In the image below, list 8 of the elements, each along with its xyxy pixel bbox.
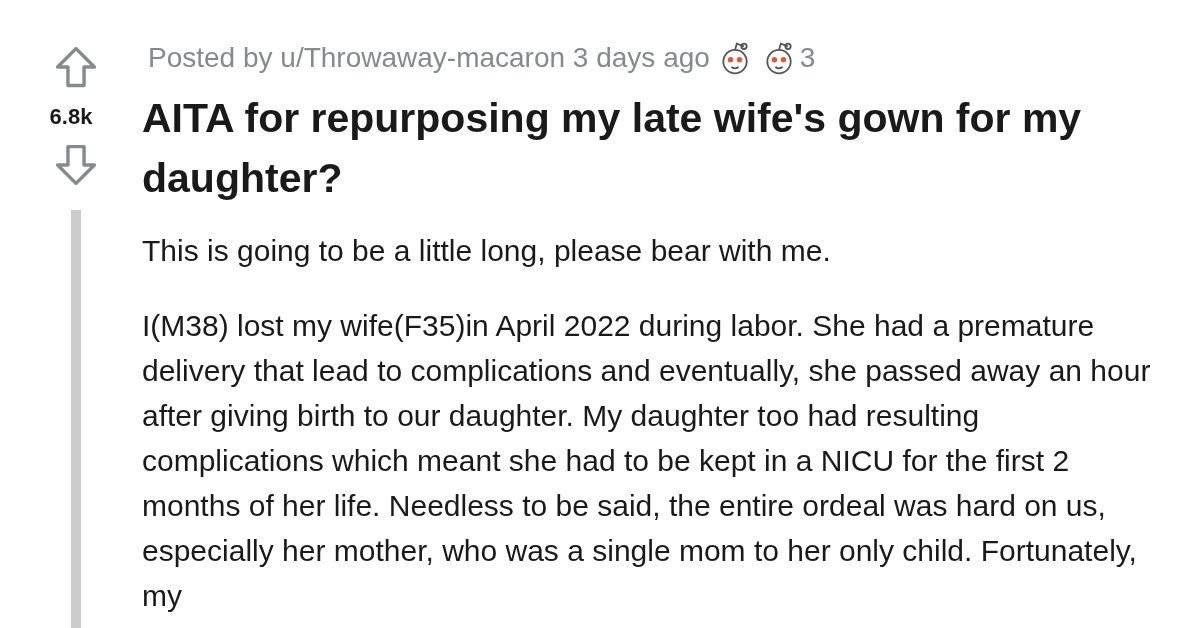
downvote-icon[interactable] <box>53 142 99 188</box>
upvote-icon[interactable] <box>53 44 99 90</box>
vote-score: 6.8k <box>49 104 93 130</box>
post-paragraph: I(M38) lost my wife(F35)in April 2022 during labor. She had a premature delivery that lead to complications and eventually, she passed away an hour after giving birth to our daughter. My daughter too had resulting complications which meant she had to be kept in a NICU for the first 2 months of her life. Needless to be said, the entire ordeal was hard on us, especially her mother, who was a single mom to her only child. Fortunately, my <box>142 308 1152 614</box>
post-meta: Posted by u/Throwaway-macaron 3 days ago <box>148 42 710 74</box>
post-title[interactable]: AITA for repurposing my late wife's gown for my daughter? <box>142 88 1160 208</box>
post-paragraph: This is going to be a little long, please bear with me. <box>142 233 832 269</box>
award-count: 3 <box>799 42 816 74</box>
